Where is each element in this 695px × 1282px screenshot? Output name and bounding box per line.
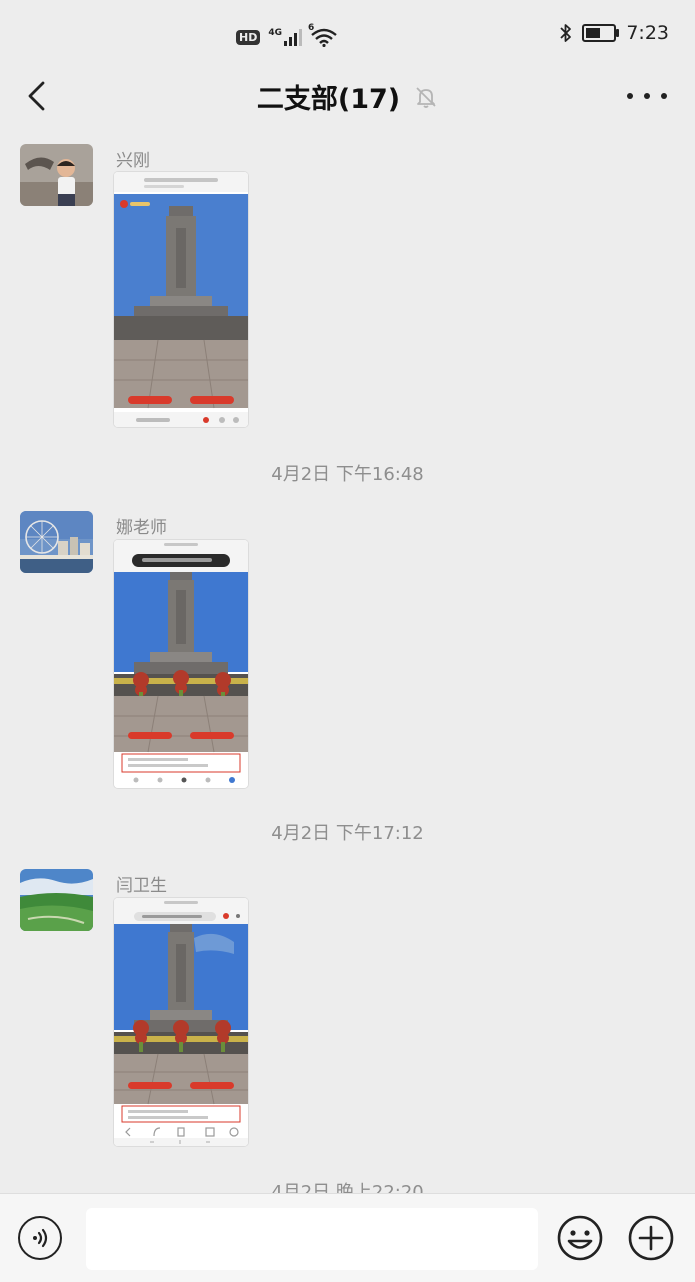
clock: 7:23	[626, 22, 669, 44]
input-bar	[0, 1193, 695, 1282]
sender-name: 娜老师	[116, 518, 167, 538]
muted-bell-icon	[414, 85, 438, 109]
chat-header: 二支部(17)	[0, 66, 695, 126]
dot	[644, 93, 650, 99]
voice-input-button[interactable]	[18, 1216, 62, 1260]
dot	[661, 93, 667, 99]
avatar-child-photo-icon[interactable]	[20, 144, 93, 206]
wifi-icon: 6	[308, 23, 338, 47]
timestamp: 4月2日 下午16:48	[271, 464, 424, 485]
status-right: 7:23	[560, 22, 669, 44]
sender-name: 兴刚	[116, 151, 150, 171]
hd-badge: HD	[236, 29, 261, 45]
wifi-version-label: 6	[308, 23, 315, 33]
network-type-label: 4G	[268, 28, 282, 38]
network-indicators: HD 4G 6	[236, 23, 338, 50]
dot	[627, 93, 633, 99]
more-functions-button[interactable]	[627, 1214, 675, 1262]
sender-name: 闫卫生	[116, 876, 167, 896]
title-wrap: 二支部(17)	[0, 66, 695, 126]
message-row: 娜老师	[0, 511, 695, 801]
battery-fill	[586, 28, 601, 38]
more-options-button[interactable]	[627, 84, 667, 108]
avatar-ferris-wheel-photo-icon[interactable]	[20, 511, 93, 573]
smiley-icon	[557, 1215, 603, 1261]
image-message[interactable]	[114, 540, 248, 788]
signal-icon: 4G	[268, 28, 302, 46]
chat-title: 二支部(17)	[256, 83, 401, 115]
bluetooth-icon	[560, 23, 572, 43]
message-row: 兴刚	[0, 144, 695, 434]
avatar-grassland-photo-icon[interactable]	[20, 869, 93, 931]
emoji-button[interactable]	[556, 1214, 604, 1262]
message-row: 闫卫生	[0, 869, 695, 1159]
timestamp: 4月2日 下午17:12	[271, 823, 424, 844]
voice-icon	[33, 1228, 48, 1248]
message-input[interactable]	[86, 1208, 538, 1270]
battery-icon	[582, 24, 620, 42]
image-message[interactable]	[114, 172, 248, 427]
status-bar: HD 4G 6 7:23	[0, 0, 695, 72]
plus-circle-icon	[628, 1215, 674, 1261]
image-message[interactable]	[114, 898, 248, 1146]
